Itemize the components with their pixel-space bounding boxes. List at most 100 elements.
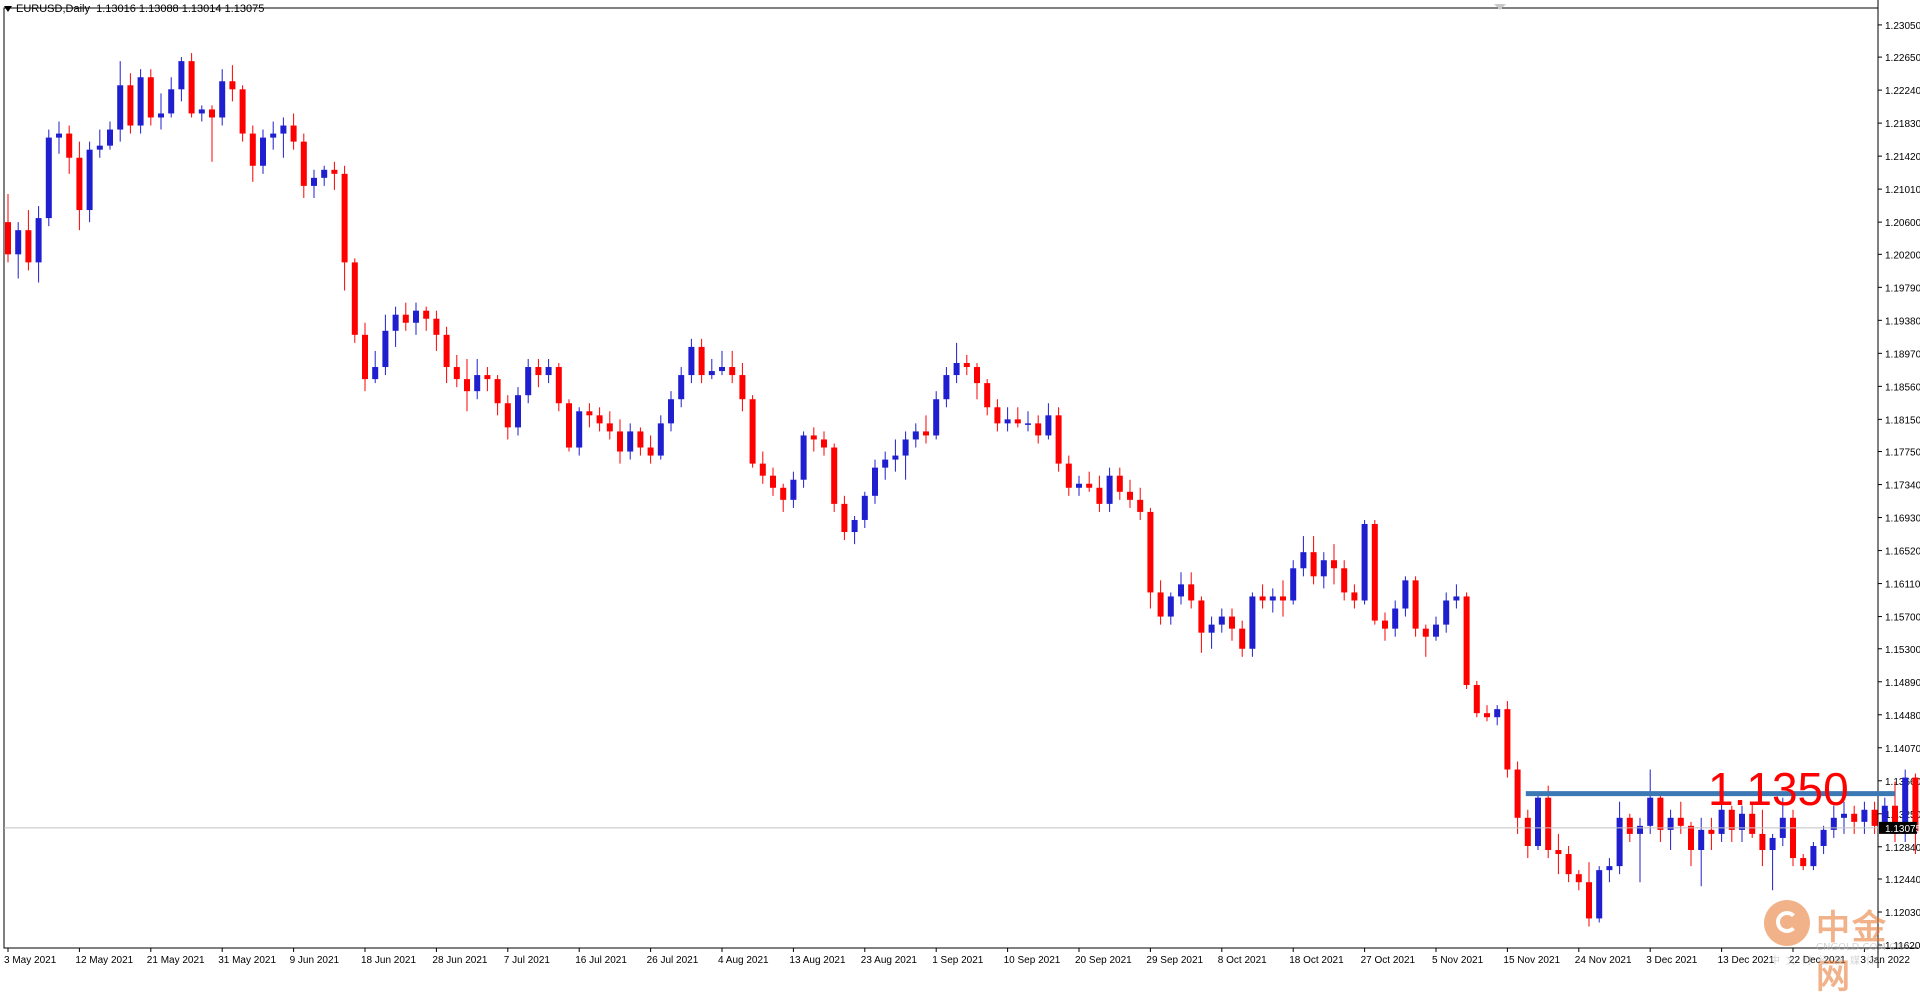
bearish-candle — [1055, 407, 1062, 472]
price-tick-label: 1.17750 — [1885, 448, 1920, 459]
time-tick-label: 7 Jul 2021 — [504, 955, 551, 966]
logo-circle-icon — [1764, 900, 1810, 946]
bullish-candle — [372, 350, 379, 384]
candle-body — [1524, 817, 1531, 846]
candle-body — [96, 145, 103, 150]
bearish-candle — [1484, 705, 1490, 722]
candle-body — [1361, 523, 1368, 601]
price-tick-label: 1.22650 — [1885, 53, 1920, 64]
candle-body — [1851, 813, 1858, 822]
candle-body — [249, 133, 256, 166]
price-tick-label: 1.14480 — [1885, 711, 1920, 722]
candle-body — [1045, 415, 1052, 436]
candle-body — [1810, 845, 1817, 867]
candle-body — [1647, 797, 1654, 826]
price-tick-label: 1.12440 — [1885, 875, 1920, 886]
bullish-candle — [576, 407, 583, 456]
candle-body — [1310, 552, 1317, 577]
candle-body — [300, 141, 307, 186]
candle-body — [1402, 580, 1409, 609]
candle-body — [1290, 568, 1297, 601]
candle-body — [1749, 813, 1756, 834]
price-tick-label: 1.20200 — [1885, 250, 1920, 261]
candle-body — [719, 367, 725, 372]
candle-body — [433, 318, 440, 335]
candle-body — [280, 125, 287, 134]
candle-body — [994, 407, 1001, 424]
candle-body — [402, 314, 409, 323]
candle-body — [790, 479, 797, 500]
candle-body — [1606, 866, 1613, 871]
candle-body — [1473, 684, 1480, 714]
bearish-candle — [1555, 833, 1562, 875]
candle-body — [892, 455, 899, 460]
candle-body — [1157, 592, 1164, 617]
price-tick-label: 1.12840 — [1885, 843, 1920, 854]
price-tick-label: 1.18970 — [1885, 349, 1920, 360]
bearish-candle — [1239, 620, 1246, 657]
bearish-candle — [1157, 580, 1164, 625]
price-tick-label: 1.15700 — [1885, 613, 1920, 624]
candle-body — [494, 379, 501, 404]
time-tick-label: 8 Oct 2021 — [1218, 955, 1267, 966]
bearish-candle — [1116, 467, 1123, 500]
candle-body — [1565, 854, 1572, 875]
candle-body — [729, 367, 736, 376]
candle-body — [1249, 596, 1256, 649]
bullish-candle — [1433, 616, 1439, 641]
price-chart[interactable]: 1.23050 1.22650 1.22240 1.21830 1.21420 1.210… — [0, 0, 1920, 968]
candle-body — [668, 399, 674, 424]
bullish-candle — [1218, 608, 1225, 633]
bearish-candle — [1463, 592, 1470, 690]
bearish-candle — [66, 125, 73, 174]
bearish-candle — [1422, 624, 1429, 657]
time-tick-label: 5 Nov 2021 — [1432, 955, 1484, 966]
time-tick-label: 13 Aug 2021 — [789, 955, 846, 966]
candle-body — [15, 230, 22, 255]
bearish-candle — [1371, 519, 1378, 625]
candle-body — [178, 61, 185, 90]
time-tick-label: 15 Nov 2021 — [1503, 955, 1560, 966]
bullish-candle — [1820, 825, 1827, 855]
bearish-candle — [1382, 612, 1388, 641]
candle-body — [137, 77, 144, 126]
bearish-candle — [1259, 584, 1266, 609]
bullish-candle — [525, 358, 532, 404]
bearish-candle — [341, 165, 348, 291]
candle-body — [158, 113, 164, 118]
candle-body — [1494, 709, 1501, 718]
bearish-candle — [963, 354, 970, 376]
bullish-candle — [1178, 572, 1184, 605]
candle-body — [270, 133, 277, 138]
bullish-candle — [15, 222, 22, 279]
bullish-candle — [872, 459, 878, 504]
bullish-candle — [178, 57, 185, 102]
candle-body — [525, 367, 532, 396]
bearish-candle — [841, 495, 848, 541]
candle-body — [759, 463, 766, 476]
candle-body — [678, 375, 685, 400]
bearish-candle — [127, 73, 134, 134]
candle-body — [35, 218, 42, 263]
bearish-candle — [1851, 805, 1858, 834]
candle-body — [1677, 817, 1684, 826]
bullish-candle — [137, 69, 144, 134]
candle-body — [861, 495, 868, 520]
bearish-candle — [1473, 680, 1480, 718]
bearish-candle — [331, 161, 338, 190]
bearish-candle — [300, 133, 307, 198]
candle-body — [1320, 560, 1327, 577]
candle-body — [1759, 833, 1766, 851]
candle-body — [311, 177, 317, 186]
candle-body — [45, 137, 52, 219]
candle-body — [209, 109, 215, 118]
candle-body — [627, 431, 634, 452]
candle-body — [1535, 797, 1541, 846]
candle-body — [800, 435, 807, 480]
candle-body — [474, 375, 481, 392]
candle-body — [1218, 616, 1225, 625]
candle-body — [239, 89, 246, 134]
candle-body — [1433, 624, 1439, 637]
candle-body — [1453, 596, 1460, 601]
bullish-candle — [1076, 475, 1082, 496]
